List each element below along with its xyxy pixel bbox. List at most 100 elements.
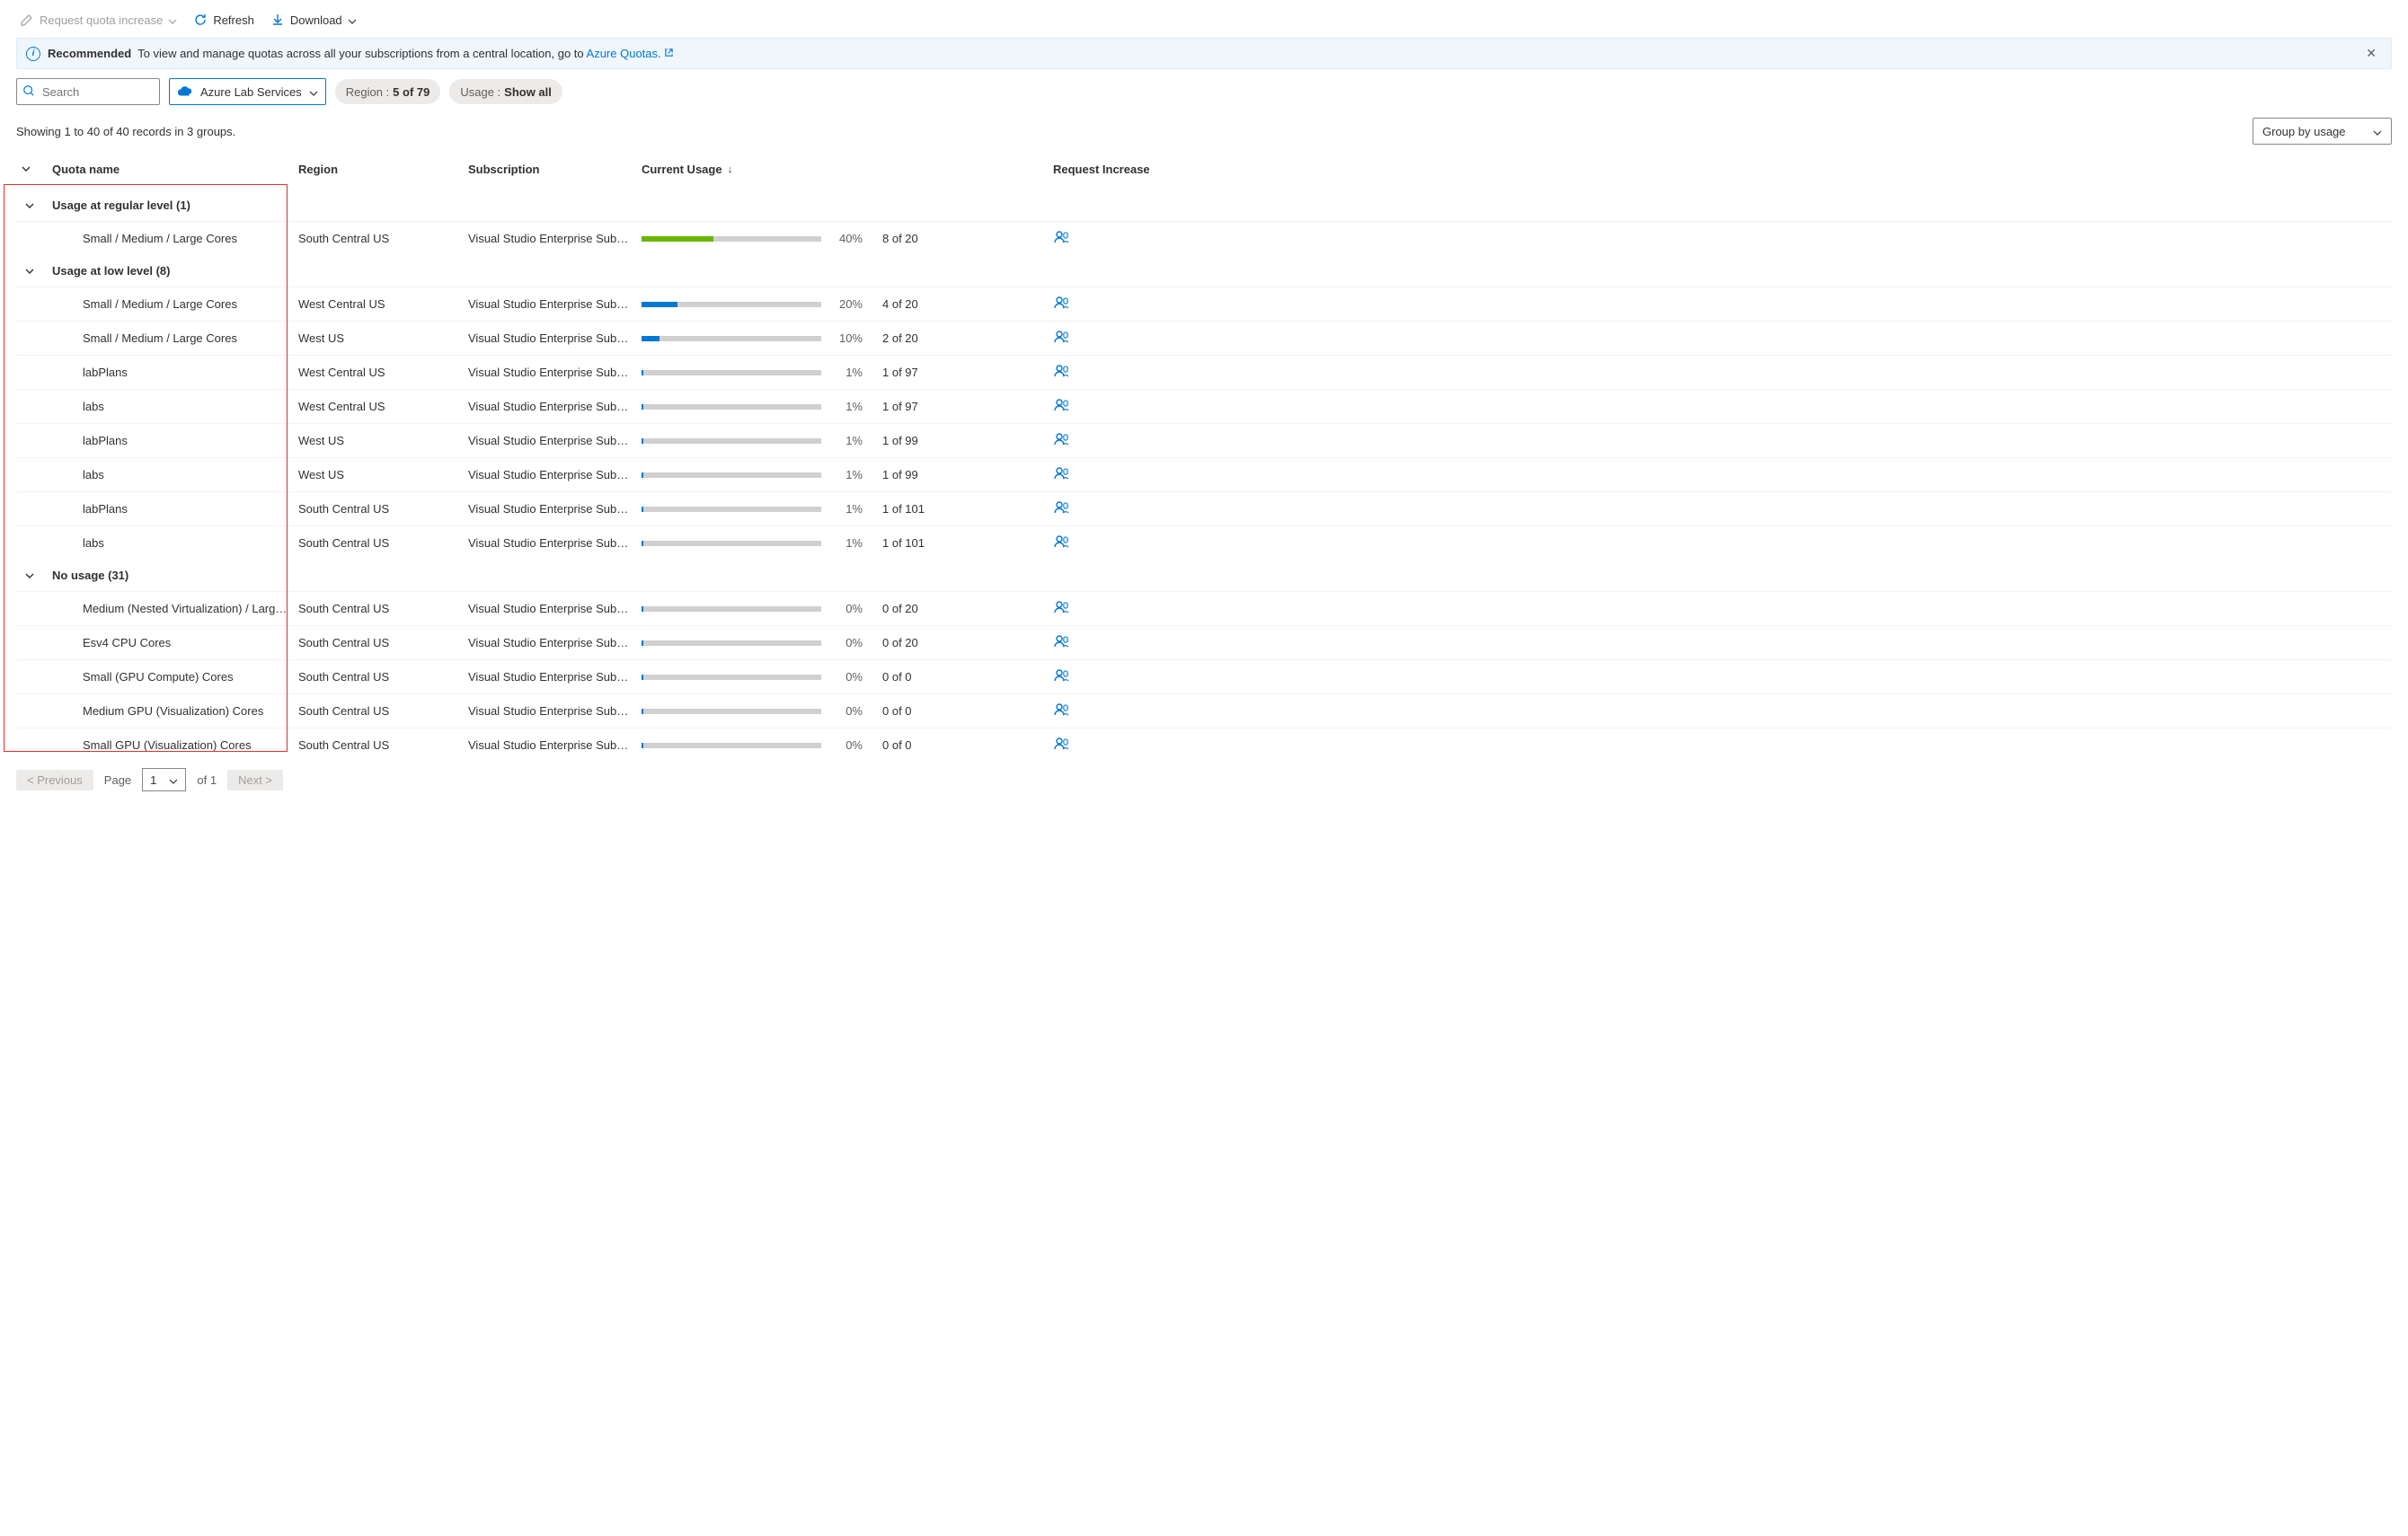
search-input[interactable] xyxy=(40,84,154,100)
request-increase-button[interactable] xyxy=(1053,431,1069,447)
request-quota-increase-button[interactable]: Request quota increase xyxy=(20,13,177,27)
usage-count-cell: 0 of 0 xyxy=(882,704,1053,718)
usage-percent: 0% xyxy=(832,602,863,615)
download-button[interactable]: Download xyxy=(270,13,357,27)
region-cell: South Central US xyxy=(298,738,468,752)
region-filter-pill[interactable]: Region : 5 of 79 xyxy=(335,79,441,104)
request-increase-button[interactable] xyxy=(1053,499,1069,516)
region-filter-label: Region : xyxy=(346,85,389,99)
col-current-usage[interactable]: Current Usage ↓ xyxy=(642,163,882,176)
request-increase-button[interactable] xyxy=(1053,465,1069,481)
request-increase-button[interactable] xyxy=(1053,633,1069,649)
chevron-down-icon xyxy=(22,267,52,276)
table-row[interactable]: labsWest Central USVisual Studio Enterpr… xyxy=(16,389,2392,423)
table-row[interactable]: Small / Medium / Large CoresSouth Centra… xyxy=(16,221,2392,255)
col-request-increase[interactable]: Request Increase xyxy=(1053,163,1161,176)
subscription-cell: Visual Studio Enterprise Subscri… xyxy=(468,738,642,752)
group-header[interactable]: Usage at regular level (1) xyxy=(16,190,2392,221)
subscription-cell: Visual Studio Enterprise Subscri… xyxy=(468,502,642,516)
records-info: Showing 1 to 40 of 40 records in 3 group… xyxy=(16,125,235,138)
quota-name-cell: labPlans xyxy=(52,434,298,447)
quota-name-cell: Small GPU (Visualization) Cores xyxy=(52,738,298,752)
region-cell: South Central US xyxy=(298,502,468,516)
usage-filter-value: Show all xyxy=(504,85,552,99)
table-row[interactable]: Small (GPU Compute) CoresSouth Central U… xyxy=(16,659,2392,693)
request-increase-button[interactable] xyxy=(1053,667,1069,684)
request-increase-button[interactable] xyxy=(1053,534,1069,550)
table-row[interactable]: Small / Medium / Large CoresWest USVisua… xyxy=(16,321,2392,355)
usage-filter-pill[interactable]: Usage : Show all xyxy=(449,79,562,104)
table-row[interactable]: labPlansWest USVisual Studio Enterprise … xyxy=(16,423,2392,457)
usage-count-cell: 1 of 97 xyxy=(882,366,1053,379)
quota-name-cell: Medium (Nested Virtualization) / Large (… xyxy=(52,602,298,615)
subscription-cell: Visual Studio Enterprise Subscri… xyxy=(468,366,642,379)
cloud-icon xyxy=(177,84,193,100)
usage-bar: 0% xyxy=(642,636,882,649)
refresh-button[interactable]: Refresh xyxy=(193,13,254,27)
usage-bar: 0% xyxy=(642,602,882,615)
subscription-cell: Visual Studio Enterprise Subscri… xyxy=(468,434,642,447)
quota-name-cell: Small (GPU Compute) Cores xyxy=(52,670,298,684)
table-row[interactable]: labsSouth Central USVisual Studio Enterp… xyxy=(16,525,2392,560)
request-increase-button[interactable] xyxy=(1053,736,1069,752)
usage-percent: 0% xyxy=(832,704,863,718)
quota-name-cell: Medium GPU (Visualization) Cores xyxy=(52,704,298,718)
usage-bar: 1% xyxy=(642,502,882,516)
usage-percent: 10% xyxy=(832,331,863,345)
refresh-icon xyxy=(193,13,208,27)
request-increase-button[interactable] xyxy=(1053,229,1069,245)
request-increase-button[interactable] xyxy=(1053,702,1069,718)
usage-count-cell: 0 of 0 xyxy=(882,738,1053,752)
table-row[interactable]: Small GPU (Visualization) CoresSouth Cen… xyxy=(16,728,2392,759)
page-number: 1 xyxy=(150,773,156,787)
banner-bold: Recommended xyxy=(48,47,131,60)
chevron-down-icon xyxy=(169,775,178,784)
quota-name-cell: labPlans xyxy=(52,366,298,379)
usage-percent: 0% xyxy=(832,670,863,684)
region-cell: West US xyxy=(298,468,468,481)
search-input-wrapper[interactable] xyxy=(16,78,160,105)
table-row[interactable]: labPlansWest Central USVisual Studio Ent… xyxy=(16,355,2392,389)
usage-bar: 40% xyxy=(642,232,882,245)
request-quota-increase-label: Request quota increase xyxy=(40,13,163,27)
next-page-button[interactable]: Next > xyxy=(227,770,283,790)
usage-percent: 1% xyxy=(832,468,863,481)
provider-dropdown[interactable]: Azure Lab Services xyxy=(169,78,326,105)
usage-bar: 20% xyxy=(642,297,882,311)
col-quota-name[interactable]: Quota name xyxy=(52,163,298,176)
request-increase-button[interactable] xyxy=(1053,397,1069,413)
quota-name-cell: labs xyxy=(52,468,298,481)
request-increase-button[interactable] xyxy=(1053,329,1069,345)
chevron-down-icon[interactable] xyxy=(22,163,31,172)
groupby-dropdown[interactable]: Group by usage xyxy=(2253,118,2392,145)
recommendation-banner: i Recommended To view and manage quotas … xyxy=(16,38,2392,69)
usage-count-cell: 0 of 20 xyxy=(882,636,1053,649)
usage-percent: 1% xyxy=(832,400,863,413)
table-row[interactable]: labPlansSouth Central USVisual Studio En… xyxy=(16,491,2392,525)
table-row[interactable]: Esv4 CPU CoresSouth Central USVisual Stu… xyxy=(16,625,2392,659)
request-increase-button[interactable] xyxy=(1053,363,1069,379)
table-row[interactable]: labsWest USVisual Studio Enterprise Subs… xyxy=(16,457,2392,491)
table-row[interactable]: Medium GPU (Visualization) CoresSouth Ce… xyxy=(16,693,2392,728)
page-select[interactable]: 1 xyxy=(142,768,186,791)
group-header[interactable]: Usage at low level (8) xyxy=(16,255,2392,287)
page-of: of 1 xyxy=(197,773,217,787)
usage-percent: 0% xyxy=(832,738,863,752)
table-row[interactable]: Medium (Nested Virtualization) / Large (… xyxy=(16,591,2392,625)
previous-page-button[interactable]: < Previous xyxy=(16,770,93,790)
info-icon: i xyxy=(26,47,40,61)
azure-quotas-link[interactable]: Azure Quotas. xyxy=(587,47,661,60)
region-cell: West Central US xyxy=(298,400,468,413)
group-header[interactable]: No usage (31) xyxy=(16,560,2392,591)
col-subscription[interactable]: Subscription xyxy=(468,163,642,176)
col-region[interactable]: Region xyxy=(298,163,468,176)
table-row[interactable]: Small / Medium / Large CoresWest Central… xyxy=(16,287,2392,321)
usage-bar: 1% xyxy=(642,366,882,379)
request-increase-button[interactable] xyxy=(1053,295,1069,311)
region-cell: South Central US xyxy=(298,536,468,550)
chevron-down-icon xyxy=(22,571,52,580)
request-increase-button[interactable] xyxy=(1053,599,1069,615)
close-banner-button[interactable]: ✕ xyxy=(2360,46,2382,61)
quota-name-cell: labs xyxy=(52,536,298,550)
region-cell: West US xyxy=(298,331,468,345)
